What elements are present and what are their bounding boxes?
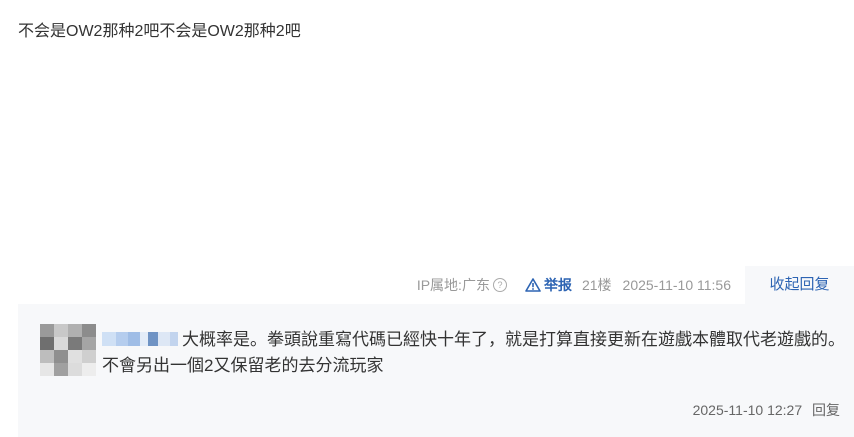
post-meta-info: IP属地:广东 ? 举报 21楼 2025-11-10 11:56: [417, 266, 731, 304]
reply-text: 大概率是。拳頭說重寫代碼已經快十年了，就是打算直接更新在遊戲本體取代老遊戲的。不…: [102, 330, 845, 375]
reply-item: 大概率是。拳頭說重寫代碼已經快十年了，就是打算直接更新在遊戲本體取代老遊戲的。不…: [18, 304, 854, 437]
reply-timestamp: 2025-11-10 12:27: [692, 402, 803, 418]
post-meta-bar: IP属地:广东 ? 举报 21楼 2025-11-10 11:56 收起回复: [0, 266, 854, 304]
collapse-replies-button[interactable]: 收起回复: [745, 266, 854, 304]
post-timestamp: 2025-11-10 11:56: [622, 277, 731, 293]
report-button[interactable]: 举报: [525, 275, 572, 295]
warning-triangle-icon: [525, 278, 541, 292]
post-content: 不会是OW2那种2吧不会是OW2那种2吧: [18, 23, 301, 40]
reply-body: 大概率是。拳頭說重寫代碼已經快十年了，就是打算直接更新在遊戲本體取代老遊戲的。不…: [102, 327, 848, 379]
question-circle-icon[interactable]: ?: [492, 278, 507, 292]
avatar[interactable]: [40, 324, 96, 376]
floor-number: 21楼: [581, 277, 612, 293]
ip-location: IP属地:广东: [416, 277, 490, 293]
reply-username[interactable]: [102, 331, 178, 346]
reply-button[interactable]: 回复: [812, 402, 840, 418]
report-label: 举报: [543, 277, 572, 293]
reply-footer: 2025-11-10 12:27 回复: [693, 400, 840, 420]
